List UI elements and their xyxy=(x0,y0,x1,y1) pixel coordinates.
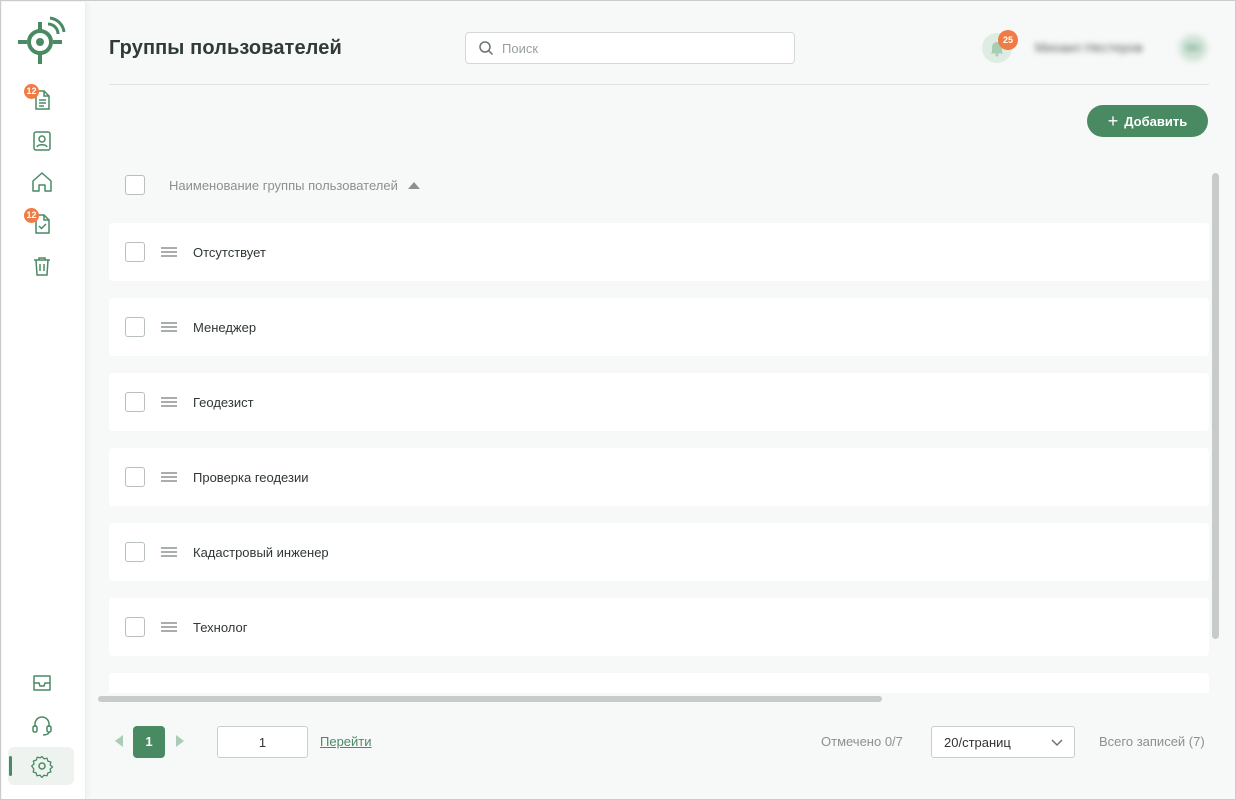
sidebar-badge: 12 xyxy=(24,84,39,99)
sidebar-item-settings[interactable] xyxy=(22,748,62,784)
goto-page-link[interactable]: Перейти xyxy=(320,734,372,749)
row-label: Технолог xyxy=(193,619,248,635)
table-row[interactable]: Отсутствует xyxy=(109,223,1209,281)
page-button-current[interactable]: 1 xyxy=(133,726,165,758)
notifications-badge: 25 xyxy=(998,30,1018,50)
drag-handle-icon[interactable] xyxy=(161,322,177,332)
table-row-partial xyxy=(109,673,1209,693)
logo[interactable] xyxy=(18,16,66,66)
per-page-value: 20/страниц xyxy=(944,734,1011,750)
sidebar-item-tasks[interactable]: 12 xyxy=(22,206,62,242)
page-title: Группы пользователей xyxy=(109,37,342,59)
sidebar-item-support[interactable] xyxy=(22,707,62,743)
row-checkbox[interactable] xyxy=(125,467,145,487)
contact-card-icon xyxy=(33,131,51,151)
drag-handle-icon[interactable] xyxy=(161,397,177,407)
drag-handle-icon[interactable] xyxy=(161,622,177,632)
sidebar-item-inbox[interactable] xyxy=(22,665,62,701)
select-all-checkbox[interactable] xyxy=(125,175,145,195)
gear-icon xyxy=(31,755,54,778)
row-label: Менеджер xyxy=(193,319,257,335)
user-name[interactable]: Михаил Нестеров xyxy=(1035,40,1143,55)
row-label: Кадастровый инженер xyxy=(193,544,329,560)
drag-handle-icon[interactable] xyxy=(161,547,177,557)
table-row[interactable]: Кадастровый инженер xyxy=(109,523,1209,581)
plus-icon: + xyxy=(1107,111,1119,131)
header-divider xyxy=(109,84,1209,85)
row-label: Геодезист xyxy=(193,394,254,410)
search-icon xyxy=(479,41,494,56)
headset-icon xyxy=(32,716,52,736)
trash-icon xyxy=(34,257,50,276)
sidebar-active-indicator xyxy=(9,756,12,776)
sidebar: 12 12 xyxy=(2,2,86,799)
table-header: Наименование группы пользователей xyxy=(109,169,1209,201)
app-window: 12 12 Группы пользователей Поиск 25 Миха… xyxy=(0,0,1236,800)
table-row[interactable]: Менеджер xyxy=(109,298,1209,356)
search-input[interactable] xyxy=(502,40,794,56)
row-checkbox[interactable] xyxy=(125,317,145,337)
avatar[interactable]: МН xyxy=(1179,35,1207,61)
horizontal-scrollbar[interactable] xyxy=(98,696,882,702)
sort-ascending-icon[interactable] xyxy=(407,181,420,189)
marked-count: Отмечено 0/7 xyxy=(821,734,903,749)
drag-handle-icon[interactable] xyxy=(161,472,177,482)
search-box[interactable] xyxy=(465,32,795,64)
table-row[interactable]: Геодезист xyxy=(109,373,1209,431)
sidebar-item-documents[interactable]: 12 xyxy=(22,82,62,118)
inbox-icon xyxy=(33,675,51,691)
sidebar-badge: 12 xyxy=(24,208,39,223)
drag-handle-icon[interactable] xyxy=(161,247,177,257)
add-button[interactable]: + Добавить xyxy=(1087,105,1208,137)
row-checkbox[interactable] xyxy=(125,242,145,262)
row-checkbox[interactable] xyxy=(125,617,145,637)
prev-page-icon[interactable] xyxy=(115,735,123,747)
home-icon xyxy=(32,172,52,192)
total-records: Всего записей (7) xyxy=(1099,734,1205,749)
sidebar-item-contacts[interactable] xyxy=(22,123,62,159)
row-label: Проверка геодезии xyxy=(193,469,309,485)
sidebar-item-home[interactable] xyxy=(22,164,62,200)
row-checkbox[interactable] xyxy=(125,392,145,412)
row-checkbox[interactable] xyxy=(125,542,145,562)
next-page-icon[interactable] xyxy=(176,735,184,747)
chevron-down-icon xyxy=(1051,739,1063,747)
per-page-select[interactable]: 20/страниц xyxy=(931,726,1075,758)
sidebar-item-trash[interactable] xyxy=(22,248,62,284)
goto-page-input[interactable] xyxy=(217,726,308,758)
add-button-label: Добавить xyxy=(1124,113,1188,129)
vertical-scrollbar[interactable] xyxy=(1212,173,1219,639)
table-row[interactable]: Технолог xyxy=(109,598,1209,656)
row-label: Отсутствует xyxy=(193,244,266,260)
table-row[interactable]: Проверка геодезии xyxy=(109,448,1209,506)
column-header-name[interactable]: Наименование группы пользователей xyxy=(169,178,398,193)
